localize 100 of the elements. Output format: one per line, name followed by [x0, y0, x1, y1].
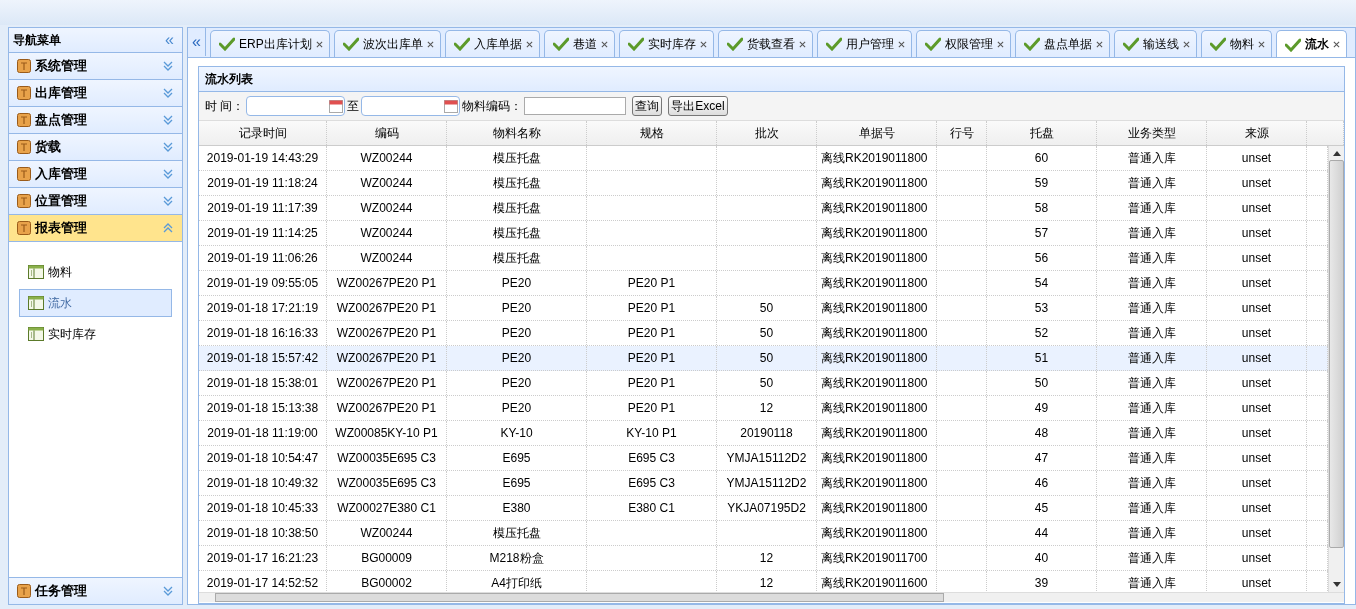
table-cell: M218粉盒: [489, 551, 544, 565]
table-cell: WZ00267PE20 P1: [336, 326, 437, 340]
table-row[interactable]: 2019-01-18 10:54:47 WZ00035E695 C3 E695 E695 C3 YMJA15112D2 离线RK2019011800 47 普通入库 unset: [199, 446, 1328, 471]
menu-section-header[interactable]: 货载: [9, 134, 182, 161]
close-icon[interactable]: [315, 40, 323, 48]
query-button[interactable]: 查询: [632, 96, 663, 116]
table-cell: unset: [1241, 476, 1272, 490]
close-icon[interactable]: [699, 40, 707, 48]
table-row[interactable]: 2019-01-18 17:21:19 WZ00267PE20 P1 PE20 PE20 P1 50 离线RK2019011800 53 普通入库 unset: [199, 296, 1328, 321]
table-cell: E380 C1: [628, 501, 675, 515]
close-icon[interactable]: [996, 40, 1004, 48]
table-row[interactable]: 2019-01-18 11:19:00 WZ00085KY-10 P1 KY-10 KY-10 P1 20190118 离线RK2019011800 48 普通入库 unset: [199, 421, 1328, 446]
close-icon[interactable]: [897, 40, 905, 48]
horizontal-scrollbar[interactable]: [199, 592, 1344, 602]
scroll-down-icon[interactable]: [1332, 582, 1341, 588]
box-icon: [17, 140, 31, 154]
close-icon[interactable]: [426, 40, 434, 48]
table-cell: 普通入库: [1127, 151, 1176, 165]
menu-section-header[interactable]: 盘点管理: [9, 107, 182, 134]
menu-section-header[interactable]: 位置管理: [9, 188, 182, 215]
close-icon[interactable]: [1182, 40, 1190, 48]
date-field[interactable]: [361, 96, 461, 116]
table-cell: 离线RK2019011800: [821, 451, 928, 465]
table-row[interactable]: 2019-01-18 10:49:32 WZ00035E695 C3 E695 E695 C3 YMJA15112D2 离线RK2019011800 46 普通入库 unset: [199, 471, 1328, 496]
tab[interactable]: 权限管理: [915, 30, 1011, 57]
tab[interactable]: 输送线: [1113, 30, 1197, 57]
table-cell: 60: [1034, 151, 1049, 165]
table-row[interactable]: 2019-01-18 15:57:42 WZ00267PE20 P1 PE20 PE20 P1 50 离线RK2019011800 51 普通入库 unset: [199, 346, 1328, 371]
close-icon[interactable]: [600, 40, 608, 48]
table-cell: WZ00244: [360, 151, 413, 165]
menu-section-header[interactable]: 报表管理: [9, 215, 182, 242]
column-header[interactable]: 行号: [937, 121, 987, 145]
sidebar-item[interactable]: 实时库存: [19, 320, 172, 348]
table-cell: unset: [1241, 526, 1272, 540]
input-field[interactable]: [524, 97, 627, 115]
column-header[interactable]: 托盘: [987, 121, 1097, 145]
table-cell: 59: [1034, 176, 1049, 190]
tab[interactable]: 用户管理: [816, 30, 912, 57]
close-icon[interactable]: [1095, 40, 1103, 48]
tab[interactable]: 巷道: [543, 30, 615, 57]
tab[interactable]: ERP出库计划: [210, 30, 330, 57]
table-cell: E695 C3: [628, 451, 675, 465]
column-header[interactable]: 编码: [327, 121, 447, 145]
table-row[interactable]: 2019-01-18 10:38:50 WZ00244 模压托盘 离线RK2019011800 44 普通入库 unset: [199, 521, 1328, 546]
sidebar-item[interactable]: 流水: [19, 289, 172, 317]
tab[interactable]: 盘点单据: [1014, 30, 1110, 57]
tab[interactable]: 波次出库单: [333, 30, 441, 57]
menu-section-header[interactable]: 入库管理: [9, 161, 182, 188]
table-cell: unset: [1241, 201, 1272, 215]
checkmark-icon: [342, 37, 359, 51]
tab[interactable]: 物料: [1200, 30, 1272, 57]
vertical-scrollbar[interactable]: [1328, 146, 1344, 592]
menu-section-header[interactable]: 任务管理: [9, 577, 182, 604]
table-icon: [28, 265, 44, 279]
column-header[interactable]: 业务类型: [1097, 121, 1207, 145]
column-header[interactable]: 规格: [587, 121, 717, 145]
table-row[interactable]: 2019-01-19 11:06:26 WZ00244 模压托盘 离线RK2019011800 56 普通入库 unset: [199, 246, 1328, 271]
table-row[interactable]: 2019-01-19 14:43:29 WZ00244 模压托盘 离线RK2019011800 60 普通入库 unset: [199, 146, 1328, 171]
menu-section-header[interactable]: 出库管理: [9, 80, 182, 107]
filter-label: 时 间：: [205, 97, 245, 115]
table-cell: unset: [1241, 426, 1272, 440]
column-header[interactable]: 批次: [717, 121, 817, 145]
close-icon[interactable]: [798, 40, 806, 48]
table-cell: 离线RK2019011800: [821, 176, 928, 190]
calendar-icon[interactable]: [329, 99, 344, 113]
table-row[interactable]: 2019-01-19 11:14:25 WZ00244 模压托盘 离线RK2019011800 57 普通入库 unset: [199, 221, 1328, 246]
table-row[interactable]: 2019-01-19 11:17:39 WZ00244 模压托盘 离线RK2019011800 58 普通入库 unset: [199, 196, 1328, 221]
table-row[interactable]: 2019-01-18 15:38:01 WZ00267PE20 P1 PE20 PE20 P1 50 离线RK2019011800 50 普通入库 unset: [199, 371, 1328, 396]
tab[interactable]: 流水: [1275, 30, 1347, 57]
table-cell: 2019-01-19 11:06:26: [207, 251, 318, 265]
export-button[interactable]: 导出Excel: [668, 96, 728, 116]
column-header[interactable]: 来源: [1207, 121, 1307, 145]
table-cell: WZ00267PE20 P1: [336, 351, 437, 365]
table-cell: 50: [759, 376, 774, 390]
calendar-icon[interactable]: [444, 99, 459, 113]
tab[interactable]: 实时库存: [618, 30, 714, 57]
table-cell: 普通入库: [1127, 451, 1176, 465]
tab[interactable]: 入库单据: [444, 30, 540, 57]
table-cell: PE20: [501, 276, 532, 290]
close-icon[interactable]: [1332, 41, 1340, 48]
table-cell: 50: [1034, 376, 1049, 390]
table-row[interactable]: 2019-01-18 15:13:38 WZ00267PE20 P1 PE20 PE20 P1 12 离线RK2019011800 49 普通入库 unset: [199, 396, 1328, 421]
table-cell: 离线RK2019011800: [821, 476, 928, 490]
scroll-up-icon[interactable]: [1332, 150, 1341, 156]
table-cell: WZ00085KY-10 P1: [335, 426, 438, 440]
close-icon[interactable]: [1257, 40, 1265, 48]
table-row[interactable]: 2019-01-19 09:55:05 WZ00267PE20 P1 PE20 PE20 P1 离线RK2019011800 54 普通入库 unset: [199, 271, 1328, 296]
table-cell: PE20: [501, 351, 532, 365]
menu-section-header[interactable]: 系统管理: [9, 53, 182, 80]
date-field[interactable]: [246, 96, 346, 116]
table-row[interactable]: 2019-01-19 11:18:24 WZ00244 模压托盘 离线RK2019011800 59 普通入库 unset: [199, 171, 1328, 196]
column-header[interactable]: 单据号: [817, 121, 937, 145]
column-header[interactable]: 记录时间: [199, 121, 327, 145]
close-icon[interactable]: [525, 40, 533, 48]
sidebar-item[interactable]: 物料: [19, 258, 172, 286]
table-row[interactable]: 2019-01-18 10:45:33 WZ00027E380 C1 E380 E380 C1 YKJA07195D2 离线RK2019011800 45 普通入库 unset: [199, 496, 1328, 521]
table-row[interactable]: 2019-01-17 16:21:23 BG00009 M218粉盒 12 离线RK2019011700 40 普通入库 unset: [199, 546, 1328, 571]
table-cell: KY-10 P1: [626, 426, 677, 440]
column-header[interactable]: 物料名称: [447, 121, 587, 145]
tab[interactable]: 货载查看: [717, 30, 813, 57]
